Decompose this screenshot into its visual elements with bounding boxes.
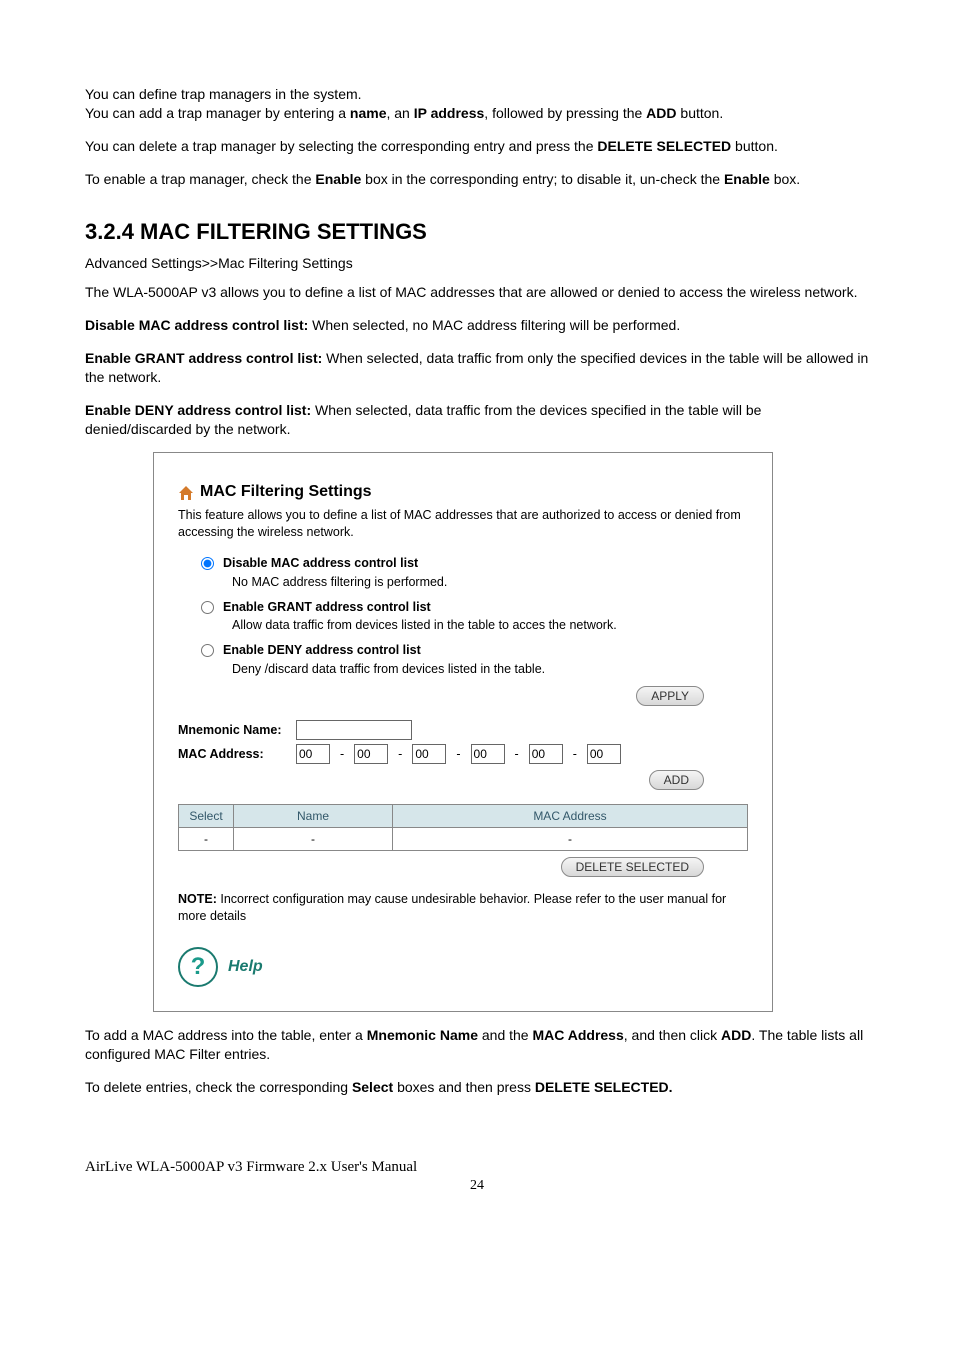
note-label: NOTE: (178, 892, 217, 906)
mac-sep: - (398, 746, 402, 763)
intro-line-4: To enable a trap manager, check the Enab… (85, 170, 869, 189)
bold-text: ADD (721, 1027, 751, 1043)
mnemonic-label: Mnemonic Name: (178, 722, 288, 739)
mac-input-3[interactable] (471, 744, 505, 764)
delete-selected-button[interactable]: DELETE SELECTED (561, 857, 704, 877)
panel-title: MAC Filtering Settings (200, 481, 372, 503)
bold-text: Mnemonic Name (367, 1027, 478, 1043)
mac-sep: - (340, 746, 344, 763)
text: You can add a trap manager by entering a (85, 105, 350, 121)
mac-sep: - (573, 746, 577, 763)
text: , followed by pressing the (484, 105, 646, 121)
mac-label: MAC Address: (178, 746, 288, 763)
text: To enable a trap manager, check the (85, 171, 315, 187)
bold-text: Disable MAC address control list: (85, 317, 308, 333)
bold-text: Enable (724, 171, 770, 187)
radio-deny[interactable]: Enable DENY address control list (196, 642, 748, 659)
section-heading: 3.2.4 MAC FILTERING SETTINGS (85, 217, 869, 247)
mac-filtering-panel: MAC Filtering Settings This feature allo… (153, 452, 773, 1012)
add-button[interactable]: ADD (649, 770, 704, 790)
radio-group: Disable MAC address control list No MAC … (196, 555, 748, 678)
mac-input-4[interactable] (529, 744, 563, 764)
text: , and then click (624, 1027, 721, 1043)
bold-text: Select (352, 1079, 393, 1095)
mac-input-0[interactable] (296, 744, 330, 764)
bold-text: Enable (315, 171, 361, 187)
radio-grant-input[interactable] (201, 601, 214, 614)
radio-disable[interactable]: Disable MAC address control list (196, 555, 748, 572)
mac-sep: - (456, 746, 460, 763)
radio-disable-input[interactable] (201, 557, 214, 570)
text: and the (478, 1027, 533, 1043)
radio-deny-label: Enable DENY address control list (223, 642, 421, 659)
bold-text: ADD (646, 105, 676, 121)
section-desc-2: Disable MAC address control list: When s… (85, 316, 869, 335)
document-page: You can define trap managers in the syst… (0, 0, 954, 1236)
mac-input-2[interactable] (412, 744, 446, 764)
mac-input-5[interactable] (587, 744, 621, 764)
breadcrumb: Advanced Settings>>Mac Filtering Setting… (85, 254, 869, 273)
cell-mac: - (393, 828, 748, 851)
mac-sep: - (515, 746, 519, 763)
mac-input-1[interactable] (354, 744, 388, 764)
radio-grant-label: Enable GRANT address control list (223, 599, 431, 616)
radio-deny-input[interactable] (201, 644, 214, 657)
help-link[interactable]: ? Help (178, 947, 748, 987)
footer-text: AirLive WLA-5000AP v3 Firmware 2.x User'… (85, 1157, 869, 1177)
note-text: Incorrect configuration may cause undesi… (178, 892, 726, 923)
bold-text: Enable DENY address control list: (85, 402, 311, 418)
text: box. (770, 171, 800, 187)
mac-table: Select Name MAC Address - - - (178, 804, 748, 851)
table-row: - - - (179, 828, 748, 851)
help-text: Help (228, 956, 263, 978)
bold-text: DELETE SELECTED (597, 138, 731, 154)
bold-text: IP address (414, 105, 485, 121)
text: You can delete a trap manager by selecti… (85, 138, 597, 154)
th-name: Name (234, 805, 393, 828)
text: You can define trap managers in the syst… (85, 86, 362, 102)
th-mac: MAC Address (393, 805, 748, 828)
bold-text: name (350, 105, 387, 121)
th-select: Select (179, 805, 234, 828)
bold-text: Enable GRANT address control list: (85, 350, 322, 366)
mnemonic-row: Mnemonic Name: (178, 720, 748, 740)
outro-2: To delete entries, check the correspondi… (85, 1078, 869, 1097)
intro-line-1: You can define trap managers in the syst… (85, 85, 869, 123)
section-desc-4: Enable DENY address control list: When s… (85, 401, 869, 439)
text: boxes and then press (393, 1079, 535, 1095)
panel-note: NOTE: Incorrect configuration may cause … (178, 891, 748, 925)
text: button. (731, 138, 778, 154)
text: To add a MAC address into the table, ent… (85, 1027, 367, 1043)
intro-line-3: You can delete a trap manager by selecti… (85, 137, 869, 156)
radio-grant[interactable]: Enable GRANT address control list (196, 599, 748, 616)
cell-select: - (179, 828, 234, 851)
section-desc-1: The WLA-5000AP v3 allows you to define a… (85, 283, 869, 302)
text: , an (386, 105, 413, 121)
text: To delete entries, check the correspondi… (85, 1079, 352, 1095)
bold-text: MAC Address (532, 1027, 623, 1043)
page-number: 24 (85, 1177, 869, 1196)
radio-deny-desc: Deny /discard data traffic from devices … (232, 661, 748, 678)
mnemonic-input[interactable] (296, 720, 412, 740)
panel-heading: MAC Filtering Settings (178, 481, 748, 503)
apply-button[interactable]: APPLY (636, 686, 704, 706)
radio-disable-desc: No MAC address filtering is performed. (232, 574, 748, 591)
radio-disable-label: Disable MAC address control list (223, 555, 418, 572)
text: When selected, no MAC address filtering … (308, 317, 680, 333)
radio-grant-desc: Allow data traffic from devices listed i… (232, 617, 748, 634)
help-icon: ? (178, 947, 218, 987)
text: box in the corresponding entry; to disab… (361, 171, 724, 187)
panel-desc: This feature allows you to define a list… (178, 507, 748, 541)
section-desc-3: Enable GRANT address control list: When … (85, 349, 869, 387)
bold-text: DELETE SELECTED. (535, 1079, 673, 1095)
cell-name: - (234, 828, 393, 851)
text: button. (677, 105, 724, 121)
outro-1: To add a MAC address into the table, ent… (85, 1026, 869, 1064)
question-mark-icon: ? (191, 951, 206, 983)
home-icon (178, 485, 194, 499)
mac-row: MAC Address: - - - - - (178, 744, 748, 764)
